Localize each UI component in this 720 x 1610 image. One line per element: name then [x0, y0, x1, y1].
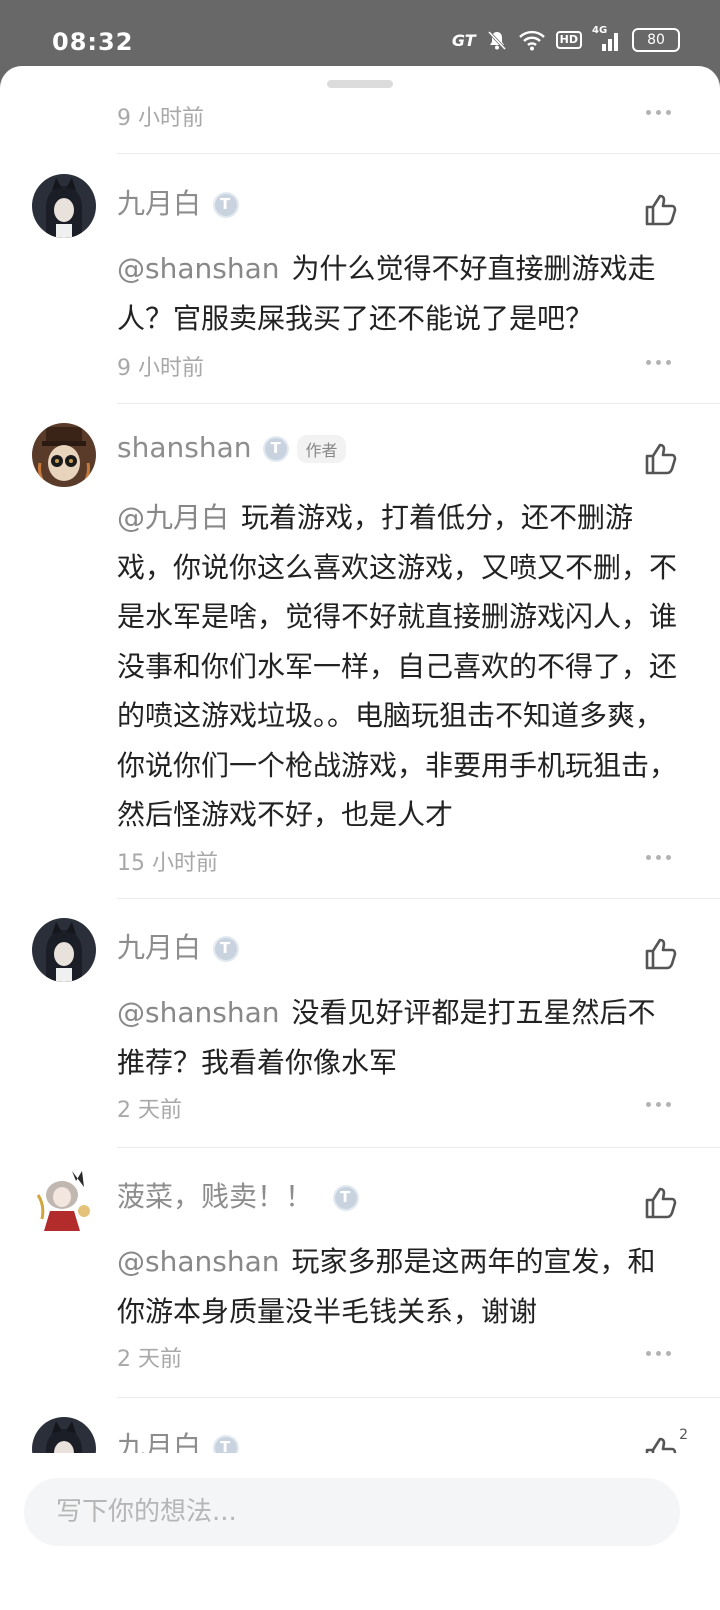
divider: [117, 1147, 720, 1148]
list-item: shanshan 作者 @九月白玩着游戏，打着低分，还不删游戏，你说你这么喜欢这游…: [0, 423, 720, 893]
thumbs-up-icon[interactable]: [642, 1185, 678, 1221]
thumbs-up-icon[interactable]: [642, 441, 678, 477]
level-badge-icon: [213, 192, 240, 218]
status-time: 08:32: [52, 28, 134, 56]
comment-content: @shanshan 没看见好评都是打五星然后不推荐？我看着你像水军: [117, 988, 677, 1087]
level-badge-icon: [263, 436, 290, 462]
mention-link[interactable]: @shanshan: [117, 252, 279, 285]
avatar[interactable]: [32, 918, 96, 982]
battery-icon: 80: [632, 28, 680, 52]
username[interactable]: 九月白: [117, 926, 240, 966]
divider: [117, 153, 720, 154]
comment-text: 玩着游戏，打着低分，还不删游戏，你说你这么喜欢这游戏，又喷又不删，不是水军是啥，…: [117, 501, 678, 831]
thumbs-up-icon[interactable]: [642, 936, 678, 972]
more-icon[interactable]: [646, 855, 672, 861]
level-badge-icon: [213, 936, 240, 962]
author-tag: 作者: [297, 435, 346, 463]
comment-time: 15 小时前: [117, 851, 218, 876]
divider: [117, 403, 720, 404]
list-item: 菠菜，贱卖！！ @shanshan玩家多那是这两年的宣发，和你游本身质量没半毛钱…: [0, 1167, 720, 1387]
list-item: 九月白 @shanshan为什么觉得不好直接删游戏走人？官服卖屎我买了还不能说了…: [0, 174, 720, 394]
like-count: 2: [679, 1427, 688, 1443]
thumbs-up-icon[interactable]: [642, 192, 678, 228]
more-icon[interactable]: [646, 360, 672, 366]
username-label: 九月白: [117, 931, 202, 964]
gt-icon: GT: [451, 30, 476, 50]
comment-input[interactable]: [24, 1478, 680, 1546]
comment-time: 2 天前: [117, 1347, 182, 1372]
comment-time: 9 小时前: [117, 356, 204, 381]
avatar[interactable]: [32, 1167, 96, 1231]
comment-content: @九月白 玩着游戏，打着低分，还不删游戏，你说你这么喜欢这游戏，又喷又不删，不是水…: [117, 493, 677, 840]
mention-link[interactable]: @九月白: [117, 501, 229, 534]
comment-content: @shanshan 为什么觉得不好直接删游戏走人？官服卖屎我买了还不能说了是吧？: [117, 244, 677, 343]
username-label: 九月白: [117, 187, 202, 220]
mention-link[interactable]: @shanshan: [117, 1245, 279, 1278]
status-icons: GT HD 4G 80: [451, 25, 680, 52]
comment-list[interactable]: 9 小时前 九月白 @shanshan为什么觉得不好直接删游戏走人？官服卖屎我买…: [0, 66, 720, 1496]
level-badge-icon: [333, 1185, 360, 1211]
wifi-icon: [518, 30, 545, 51]
mention-link[interactable]: @shanshan: [117, 996, 279, 1029]
comment-time: 9 小时前: [117, 106, 204, 131]
username[interactable]: 九月白: [117, 182, 240, 222]
username-label: 菠菜，贱卖！！: [117, 1180, 314, 1213]
divider: [117, 898, 720, 899]
comment-content: @shanshan 玩家多那是这两年的宣发，和你游本身质量没半毛钱关系，谢谢: [117, 1237, 677, 1336]
hd-icon: HD: [555, 31, 582, 49]
cellular-signal-icon: 4G: [592, 25, 622, 51]
more-icon[interactable]: [646, 1102, 672, 1108]
username[interactable]: shanshan 作者: [117, 431, 346, 464]
username[interactable]: 菠菜，贱卖！！: [117, 1175, 360, 1215]
list-item: 九月白 @shanshan没看见好评都是打五星然后不推荐？我看着你像水军 2 天…: [0, 918, 720, 1138]
more-icon[interactable]: [646, 1351, 672, 1357]
avatar[interactable]: [32, 174, 96, 238]
signal-type-label: 4G: [592, 25, 608, 36]
avatar[interactable]: [32, 423, 96, 487]
divider: [117, 1397, 720, 1398]
comment-input-bar: [0, 1453, 720, 1610]
comment-sheet: 9 小时前 九月白 @shanshan为什么觉得不好直接删游戏走人？官服卖屎我买…: [0, 66, 720, 1610]
mute-bell-icon: [487, 30, 506, 51]
username-label: shanshan: [117, 431, 252, 464]
more-icon[interactable]: [646, 110, 672, 116]
comment-time: 2 天前: [117, 1098, 182, 1123]
